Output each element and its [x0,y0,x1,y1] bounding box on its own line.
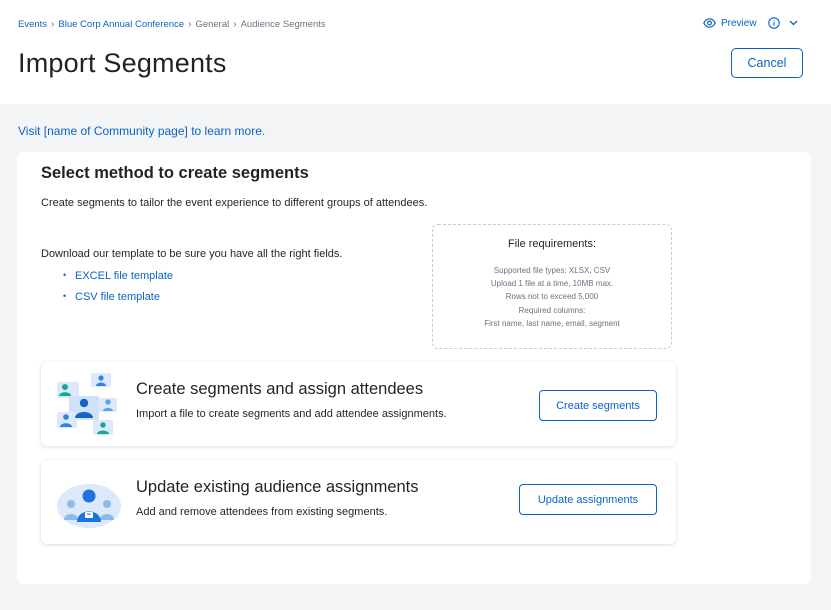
breadcrumb-conference[interactable]: Blue Corp Annual Conference [58,19,184,30]
breadcrumb: Events › Blue Corp Annual Conference › G… [18,19,326,30]
requirement-line: First name, last name, email, segment [484,318,620,328]
file-requirements-box: File requirements: Supported file types:… [432,224,672,349]
create-segments-button[interactable]: Create segments [539,390,657,421]
breadcrumb-events[interactable]: Events [18,19,47,30]
template-instructions: Download our template to be sure you hav… [41,248,343,260]
community-help-link[interactable]: Visit [name of Community page] to learn … [18,124,265,138]
page-title: Import Segments [18,48,227,78]
file-requirements-list: Supported file types: XLSX, CSV Upload 1… [433,264,671,330]
breadcrumb-separator: › [51,19,55,30]
people-group-illustration-icon [55,468,123,536]
section-title: Select method to create segments [41,164,309,182]
excel-template-link[interactable]: EXCEL file template [63,270,173,282]
requirement-line: Required columns: [518,305,586,315]
option-description: Import a file to create segments and add… [136,408,447,420]
breadcrumb-general: General [195,19,230,30]
option-title: Update existing audience assignments [136,478,419,496]
section-description: Create segments to tailor the event expe… [41,197,428,209]
create-segments-option: Create segments and assign attendees Imp… [41,362,676,446]
info-icon[interactable] [767,17,780,29]
breadcrumb-audience-segments: Audience Segments [240,19,326,30]
update-assignments-option: Update existing audience assignments Add… [41,460,676,544]
chevron-down-icon[interactable] [789,20,798,26]
breadcrumb-separator: › [233,19,237,30]
preview-label: Preview [721,17,757,29]
eye-icon [703,18,716,28]
breadcrumb-separator: › [188,19,192,30]
option-title: Create segments and assign attendees [136,380,424,398]
requirement-line: Supported file types: XLSX, CSV [493,266,611,275]
people-grid-illustration-icon [55,370,123,438]
requirement-line: Rows not to exceed 5,000 [505,292,599,302]
segment-method-card: Select method to create segments Create … [17,152,811,584]
csv-template-link[interactable]: CSV file template [63,291,173,303]
cancel-button[interactable]: Cancel [731,48,803,78]
preview-button[interactable]: Preview [703,17,798,29]
update-assignments-button[interactable]: Update assignments [519,484,657,515]
template-list: EXCEL file template CSV file template [63,270,173,312]
option-description: Add and remove attendees from existing s… [136,506,388,518]
requirement-line: Upload 1 file at a time, 10MB max. [490,279,614,289]
page-header: Events › Blue Corp Annual Conference › G… [0,0,831,104]
file-requirements-title: File requirements: [507,238,597,250]
